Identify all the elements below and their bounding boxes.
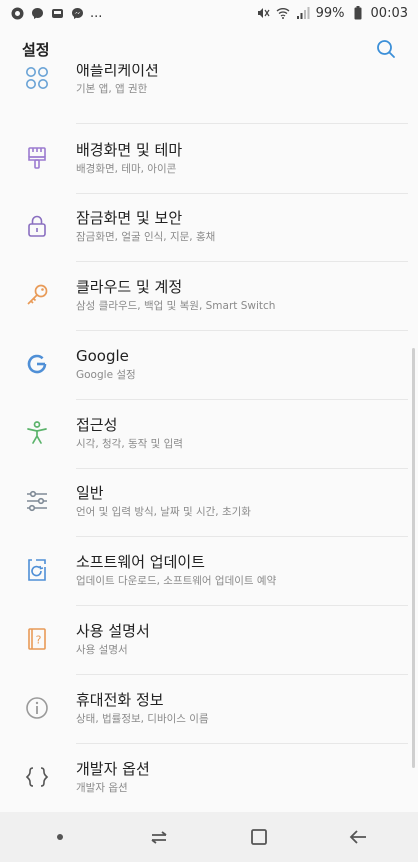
recent-apps-icon bbox=[151, 831, 167, 844]
scrollbar[interactable] bbox=[412, 348, 415, 768]
manual-icon: ? bbox=[22, 624, 52, 654]
settings-item-accessibility[interactable]: 접근성시각, 청각, 동작 및 입력 bbox=[0, 399, 418, 467]
settings-item-sub: 사용 설명서 bbox=[76, 643, 128, 656]
settings-item-sub: 상태, 법률정보, 디바이스 이름 bbox=[76, 712, 209, 725]
settings-item-lockscreen[interactable]: 잠금화면 및 보안잠금화면, 얼굴 인식, 지문, 홍채 bbox=[0, 192, 418, 260]
settings-item-label: 애플리케이션 bbox=[76, 64, 159, 79]
settings-item-sub: Google 설정 bbox=[76, 368, 136, 381]
settings-item-label: 사용 설명서 bbox=[76, 621, 150, 640]
brush-icon bbox=[22, 143, 52, 173]
messenger-icon bbox=[30, 6, 44, 20]
app-icon bbox=[10, 6, 24, 20]
settings-item-wallpaper[interactable]: 배경화면 및 테마배경화면, 테마, 아이콘 bbox=[0, 124, 418, 192]
settings-item-sub: 시각, 청각, 동작 및 입력 bbox=[76, 437, 183, 450]
settings-list: 애플리케이션 기본 앱, 앱 권한 배경화면 및 테마 배경화면, 테마, 아이콘 … bbox=[0, 64, 418, 812]
settings-item-apps[interactable]: 애플리케이션기본 앱, 앱 권한 bbox=[0, 64, 418, 112]
dot-icon bbox=[56, 834, 63, 840]
status-right: 99% 00:03 bbox=[256, 6, 408, 21]
settings-item-sub: 언어 및 입력 방식, 날짜 및 시간, 초기화 bbox=[76, 505, 251, 518]
settings-item-developer-options[interactable]: 개발자 옵션 개발자 옵션 bbox=[0, 743, 418, 811]
accessibility-icon bbox=[22, 418, 52, 448]
navigation-bar bbox=[0, 812, 418, 862]
settings-item-label: 클라우드 및 계정 bbox=[76, 277, 183, 296]
settings-item-sub: 잠금화면, 얼굴 인식, 지문, 홍채 bbox=[76, 230, 216, 243]
wifi-icon bbox=[276, 6, 290, 20]
settings-item-google[interactable]: Google Google 설정 bbox=[0, 330, 418, 398]
settings-item-label: 배경화면 및 테마 bbox=[76, 140, 183, 159]
settings-item-label: 소프트웨어 업데이트 bbox=[76, 552, 205, 571]
search-button[interactable] bbox=[374, 37, 398, 61]
settings-item-label: 개발자 옵션 bbox=[76, 759, 150, 778]
developer-icon bbox=[22, 762, 52, 792]
sliders-icon bbox=[22, 486, 52, 516]
page-title: 설정 bbox=[22, 40, 50, 59]
settings-item-software-update[interactable]: 소프트웨어 업데이트업데이트 다운로드, 소프트웨어 업데이트 예약 bbox=[0, 536, 418, 604]
settings-item-phone-info[interactable]: 휴대전화 정보상태, 법률정보, 디바이스 이름 bbox=[0, 674, 418, 742]
settings-item-label: 휴대전화 정보 bbox=[76, 690, 164, 709]
settings-item-label: 일반 bbox=[76, 483, 104, 502]
back-button[interactable] bbox=[338, 817, 378, 857]
recent-apps-button[interactable] bbox=[139, 817, 179, 857]
signal-icon bbox=[296, 6, 310, 20]
settings-item-general[interactable]: 일반언어 및 입력 방식, 날짜 및 시간, 초기화 bbox=[0, 467, 418, 535]
clock: 00:03 bbox=[370, 5, 408, 21]
lock-icon bbox=[22, 211, 52, 241]
settings-item-user-manual[interactable]: ? 사용 설명서 사용 설명서 bbox=[0, 605, 418, 673]
apps-icon bbox=[22, 64, 52, 93]
info-icon bbox=[22, 693, 52, 723]
settings-item-cloud[interactable]: 클라우드 및 계정삼성 클라우드, 백업 및 복원, Smart Switch bbox=[0, 261, 418, 329]
google-icon bbox=[22, 349, 52, 379]
settings-item-label: 잠금화면 및 보안 bbox=[76, 208, 183, 227]
shuttle-icon bbox=[50, 6, 64, 20]
settings-item-sub: 기본 앱, 앱 권한 bbox=[76, 82, 148, 95]
battery-icon bbox=[351, 6, 365, 20]
settings-item-sub: 삼성 클라우드, 백업 및 복원, Smart Switch bbox=[76, 299, 276, 312]
more-notifications-text: ... bbox=[90, 5, 103, 21]
messenger-icon bbox=[70, 6, 84, 20]
mute-icon bbox=[256, 6, 270, 20]
status-left: ... bbox=[10, 6, 102, 21]
settings-item-sub: 개발자 옵션 bbox=[76, 781, 128, 794]
svg-text:?: ? bbox=[36, 634, 42, 647]
key-icon bbox=[22, 280, 52, 310]
nav-dot-button[interactable] bbox=[40, 817, 80, 857]
search-icon bbox=[377, 40, 395, 58]
back-arrow-icon bbox=[349, 830, 367, 844]
home-button[interactable] bbox=[239, 817, 279, 857]
settings-item-sub: 업데이트 다운로드, 소프트웨어 업데이트 예약 bbox=[76, 574, 277, 587]
settings-item-label: 접근성 bbox=[76, 415, 118, 434]
settings-item-label: Google bbox=[76, 346, 129, 365]
battery-percent: 99% bbox=[315, 5, 345, 21]
update-icon bbox=[22, 555, 52, 585]
settings-item-sub: 배경화면, 테마, 아이콘 bbox=[76, 162, 177, 175]
home-icon bbox=[250, 829, 267, 845]
status-bar: ... 99% 00:03 bbox=[0, 0, 418, 26]
